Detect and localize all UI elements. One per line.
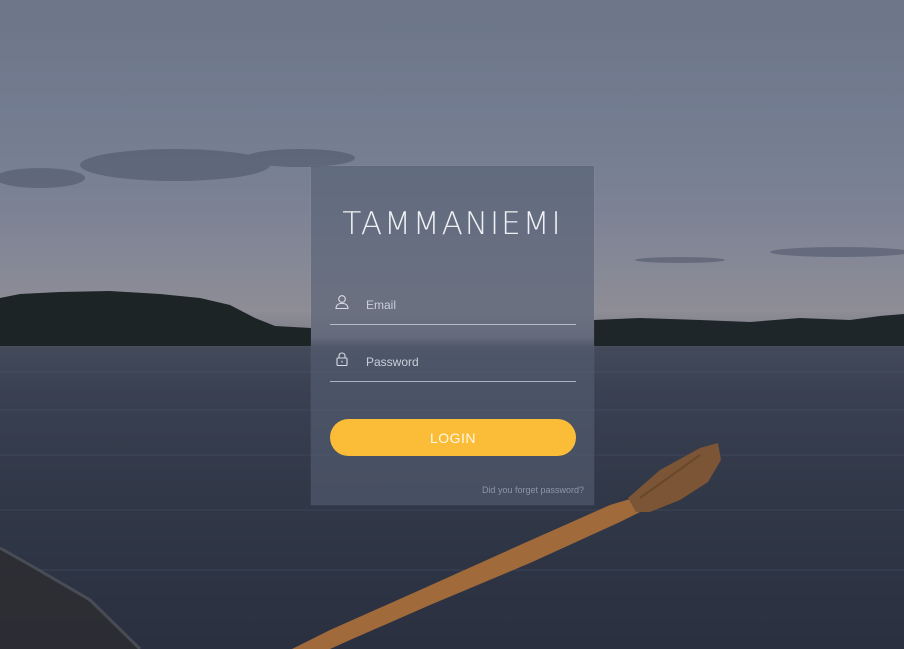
password-field-group xyxy=(330,345,576,382)
treeline-right xyxy=(594,314,904,346)
brand-title: TAMMANIEMI xyxy=(342,206,563,242)
email-field-group xyxy=(330,288,576,325)
password-input[interactable] xyxy=(366,351,571,373)
email-input[interactable] xyxy=(366,294,571,316)
lock-icon xyxy=(336,352,348,367)
login-card: TAMMANIEMI LOGIN Did you forget password… xyxy=(311,166,594,505)
oar-shaft xyxy=(292,496,648,649)
forgot-password-link[interactable]: Did you forget password? xyxy=(482,485,584,495)
oar-blade xyxy=(628,443,721,512)
boat-edge xyxy=(0,548,140,649)
treeline-left xyxy=(0,291,311,346)
user-icon xyxy=(335,295,349,310)
login-button[interactable]: LOGIN xyxy=(330,419,576,456)
